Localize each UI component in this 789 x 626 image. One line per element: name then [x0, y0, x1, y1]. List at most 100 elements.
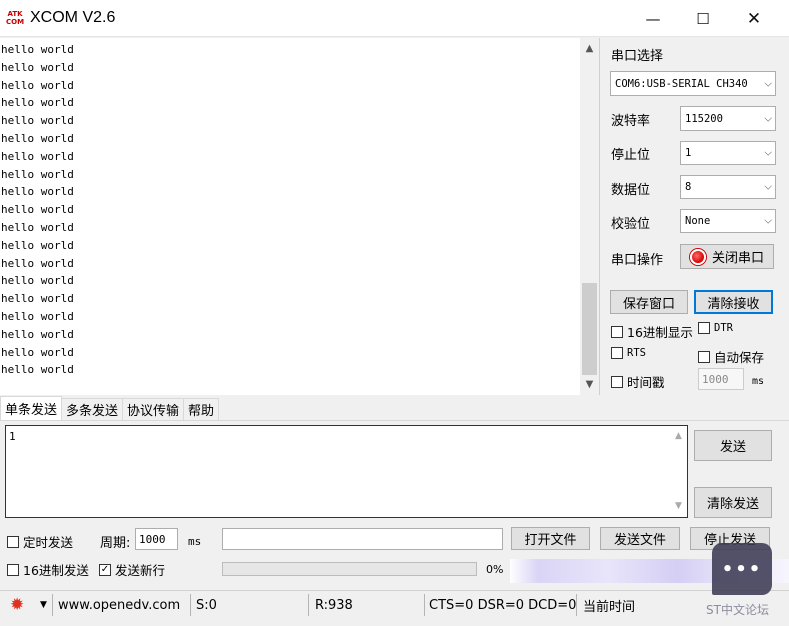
- stop-bits-select[interactable]: 1 ⌵: [680, 141, 776, 165]
- stop-bits-value: 1: [685, 147, 692, 159]
- timestamp-label: 时间戳: [627, 375, 665, 390]
- timestamp-unit: ms: [752, 376, 765, 387]
- baud-select[interactable]: 115200 ⌵: [680, 106, 776, 131]
- checkbox-box[interactable]: [698, 322, 710, 334]
- receive-textarea[interactable]: hello world hello world hello world hello w…: [0, 38, 600, 395]
- receive-line: hello world: [1, 43, 74, 56]
- data-bits-value: 8: [685, 181, 692, 193]
- scroll-up-icon[interactable]: ▲: [580, 40, 599, 57]
- checkbox-box[interactable]: [698, 350, 710, 363]
- baud-label: 波特率: [611, 114, 651, 129]
- parity-value: None: [685, 215, 711, 227]
- timed-send-checkbox[interactable]: 定时发送: [7, 532, 73, 551]
- file-path-input[interactable]: [222, 528, 503, 550]
- receive-line: hello world: [1, 78, 74, 92]
- receive-line: hello world: [1, 96, 74, 110]
- hex-send-label: 16进制发送: [23, 563, 89, 578]
- checkbox-box[interactable]: ✓: [99, 563, 111, 576]
- checkbox-box[interactable]: [7, 535, 19, 548]
- open-file-button[interactable]: 打开文件: [511, 527, 590, 550]
- checkbox-box[interactable]: [611, 325, 623, 338]
- close-port-button[interactable]: 关闭串口: [680, 244, 774, 269]
- send-progress-bar: [222, 562, 477, 576]
- received-count: R:938: [315, 597, 353, 613]
- send-newline-checkbox[interactable]: ✓ 发送新行: [99, 560, 165, 579]
- dtr-label: DTR: [714, 322, 733, 334]
- tab-divider: [0, 420, 789, 421]
- checkbox-box[interactable]: [611, 347, 623, 359]
- auto-save-label: 自动保存: [714, 350, 765, 365]
- receive-line: hello world: [1, 345, 74, 359]
- scroll-thumb[interactable]: [582, 283, 597, 375]
- timestamp-interval-input[interactable]: 1000: [698, 368, 744, 390]
- scroll-up-icon[interactable]: ▲: [670, 428, 687, 445]
- receive-line: hello world: [1, 238, 74, 252]
- tab-0[interactable]: 单条发送: [0, 396, 63, 420]
- tab-bar: 单条发送 多条发送 协议传输 帮助: [0, 396, 220, 420]
- scroll-down-icon[interactable]: ▼: [670, 498, 687, 515]
- save-window-button[interactable]: 保存窗口: [610, 290, 688, 314]
- status-separator: [52, 594, 53, 616]
- close-button[interactable]: ✕: [731, 0, 777, 37]
- scroll-down-icon[interactable]: ▼: [580, 376, 599, 393]
- parity-select[interactable]: None ⌵: [680, 209, 776, 233]
- clear-receive-button[interactable]: 清除接收: [694, 290, 773, 314]
- receive-line: hello world: [1, 292, 74, 306]
- period-unit: ms: [188, 535, 202, 548]
- chevron-down-icon: ⌵: [764, 113, 772, 124]
- app-logo-icon: ATK COM: [6, 10, 25, 27]
- tab-3[interactable]: 帮助: [183, 398, 220, 420]
- receive-line: hello world: [1, 185, 74, 199]
- sent-count: S:0: [196, 597, 217, 613]
- send-button[interactable]: 发送: [694, 430, 772, 461]
- checkbox-box[interactable]: [611, 375, 623, 388]
- rts-checkbox[interactable]: RTS: [611, 347, 646, 359]
- tab-1[interactable]: 多条发送: [61, 398, 124, 420]
- current-time-label: 当前时间: [583, 599, 636, 615]
- watermark: ST中文论坛: [706, 603, 769, 617]
- receive-line: hello world: [1, 131, 74, 145]
- send-file-button[interactable]: 发送文件: [600, 527, 680, 550]
- receive-line: hello world: [1, 363, 74, 377]
- checkbox-box[interactable]: [7, 563, 19, 576]
- port-select[interactable]: COM6:USB-SERIAL CH340 ⌵: [610, 71, 776, 96]
- settings-gear-icon[interactable]: ✹: [10, 591, 24, 619]
- website-link[interactable]: www.openedv.com: [58, 591, 180, 619]
- status-separator: [308, 594, 309, 616]
- chat-bubble-icon[interactable]: •••: [712, 543, 772, 595]
- dropdown-arrow-icon[interactable]: ▼: [40, 591, 47, 619]
- receive-lines: hello world hello world hello world hello w…: [1, 41, 576, 379]
- maximize-button[interactable]: ☐: [680, 0, 726, 37]
- clear-send-button[interactable]: 清除发送: [694, 487, 772, 518]
- tab-2[interactable]: 协议传输: [122, 398, 185, 420]
- send-scrollbar[interactable]: ▲ ▼: [670, 426, 687, 517]
- receive-line: hello world: [1, 274, 74, 288]
- chevron-down-icon: ⌵: [764, 147, 772, 159]
- data-bits-label: 数据位: [611, 183, 651, 198]
- timestamp-checkbox[interactable]: 时间戳: [611, 372, 665, 391]
- hex-display-checkbox[interactable]: 16进制显示: [611, 322, 693, 341]
- modem-lines: CTS=0 DSR=0 DCD=0: [429, 597, 577, 613]
- minimize-button[interactable]: —: [630, 0, 676, 37]
- status-bar: ✹ ▼ www.openedv.com S:0 R:938 CTS=0 DSR=…: [0, 590, 789, 626]
- port-value: COM6:USB-SERIAL CH340: [615, 77, 748, 90]
- receive-line: hello world: [1, 309, 74, 323]
- hex-send-checkbox[interactable]: 16进制发送: [7, 560, 89, 579]
- rts-label: RTS: [627, 347, 646, 359]
- status-separator: [576, 594, 577, 616]
- dtr-checkbox[interactable]: DTR: [698, 322, 733, 334]
- chevron-down-icon: ⌵: [764, 215, 772, 227]
- receive-line: hello world: [1, 114, 74, 128]
- period-input[interactable]: 1000: [135, 528, 178, 550]
- receive-scrollbar[interactable]: ▲ ▼: [580, 38, 599, 395]
- port-status-led-icon: [689, 248, 706, 265]
- receive-line: hello world: [1, 149, 74, 163]
- baud-value: 115200: [685, 112, 723, 125]
- auto-save-checkbox[interactable]: 自动保存: [698, 347, 764, 366]
- parity-label: 校验位: [611, 217, 651, 232]
- send-textarea[interactable]: 1 ▲ ▼: [5, 425, 688, 518]
- receive-line: hello world: [1, 327, 74, 341]
- chevron-down-icon: ⌵: [764, 78, 772, 89]
- receive-line: hello world: [1, 167, 74, 181]
- data-bits-select[interactable]: 8 ⌵: [680, 175, 776, 199]
